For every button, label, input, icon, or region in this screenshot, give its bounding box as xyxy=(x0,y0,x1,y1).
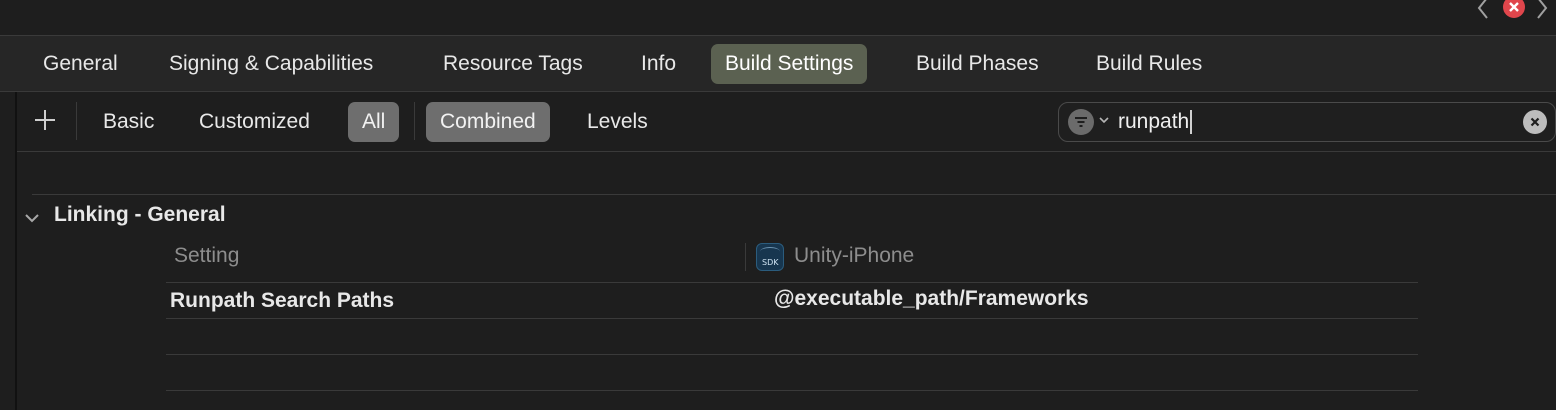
toolbar-divider xyxy=(414,102,415,140)
tab-build-phases[interactable]: Build Phases xyxy=(902,44,1053,84)
group-title[interactable]: Linking - General xyxy=(54,203,226,227)
all-filter-button[interactable]: All xyxy=(348,102,400,142)
plus-icon[interactable] xyxy=(31,106,59,134)
row-divider xyxy=(166,282,1418,283)
settings-filter-bar: Basic Customized All Combined Levels run… xyxy=(17,92,1556,152)
editor-tab-bar: General Signing & Capabilities Resource … xyxy=(0,36,1556,92)
section-divider xyxy=(32,194,1556,195)
row-divider xyxy=(166,390,1418,391)
left-gutter xyxy=(0,92,17,410)
search-field[interactable]: runpath xyxy=(1058,102,1556,142)
chevron-down-icon[interactable] xyxy=(24,210,40,226)
chevron-left-icon[interactable] xyxy=(1474,0,1494,20)
levels-view-button[interactable]: Levels xyxy=(573,102,662,142)
tab-general[interactable]: General xyxy=(29,44,132,84)
chevron-down-icon[interactable] xyxy=(1098,113,1110,127)
chevron-right-icon[interactable] xyxy=(1532,0,1552,20)
window-top-strip xyxy=(0,0,1556,36)
row-divider xyxy=(166,354,1418,355)
search-input[interactable]: runpath xyxy=(1118,103,1193,141)
setting-column-header: Setting xyxy=(174,244,240,267)
basic-filter-button[interactable]: Basic xyxy=(89,102,168,142)
tab-build-rules[interactable]: Build Rules xyxy=(1082,44,1216,84)
combined-view-button[interactable]: Combined xyxy=(426,102,550,142)
row-divider xyxy=(166,318,1418,319)
clear-icon[interactable] xyxy=(1523,110,1547,134)
tab-resource-tags[interactable]: Resource Tags xyxy=(429,44,597,84)
setting-name[interactable]: Runpath Search Paths xyxy=(170,289,394,313)
close-icon[interactable] xyxy=(1503,0,1525,18)
toolbar-divider xyxy=(76,102,77,140)
column-divider xyxy=(745,243,746,271)
setting-value[interactable]: @executable_path/Frameworks xyxy=(774,287,1089,311)
tab-info[interactable]: Info xyxy=(627,44,690,84)
build-settings-window: General Signing & Capabilities Resource … xyxy=(0,0,1556,410)
customized-filter-button[interactable]: Customized xyxy=(185,102,324,142)
target-column-header: Unity-iPhone xyxy=(794,244,915,267)
sdk-target-icon: SDK xyxy=(756,243,784,271)
tab-signing-capabilities[interactable]: Signing & Capabilities xyxy=(155,44,387,84)
filter-icon[interactable] xyxy=(1068,109,1094,135)
tab-build-settings[interactable]: Build Settings xyxy=(711,44,868,84)
